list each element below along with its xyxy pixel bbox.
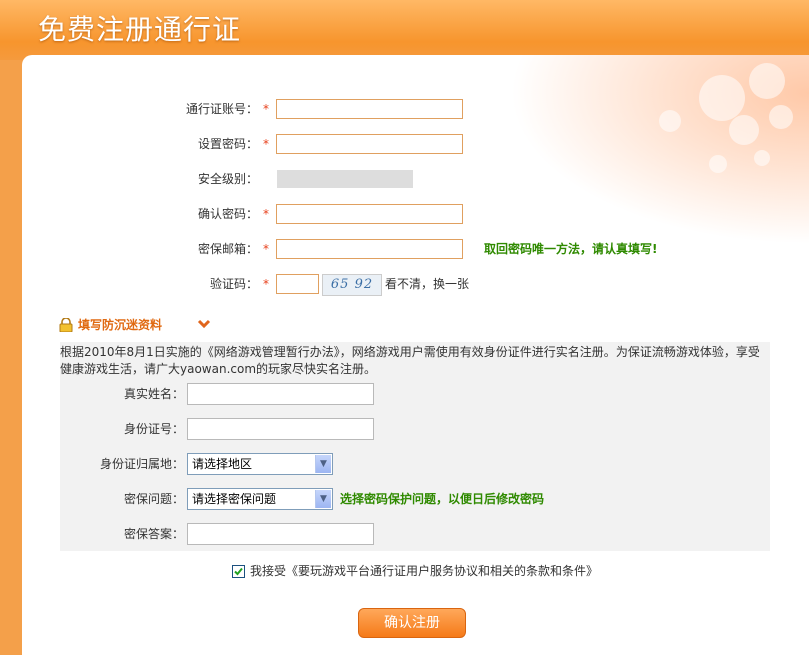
security-question-select[interactable]: 请选择密保问题 ▼ (187, 488, 333, 510)
required-mark: * (263, 137, 269, 151)
checkmark-icon (234, 567, 243, 576)
id-number-label: 身份证号： (123, 422, 184, 436)
captcha-label: 验证码： (209, 277, 258, 291)
security-answer-input[interactable] (187, 523, 374, 545)
account-input[interactable] (276, 99, 463, 119)
security-question-tip: 选择密码保护问题，以便日后修改密码 (340, 492, 545, 506)
decorative-bokeh (509, 55, 809, 245)
email-input[interactable] (276, 239, 463, 259)
chevron-down-icon[interactable] (197, 317, 211, 333)
lock-icon (59, 317, 73, 333)
dropdown-arrow-icon[interactable]: ▼ (315, 490, 331, 508)
dropdown-arrow-icon[interactable]: ▼ (315, 455, 331, 473)
account-label: 通行证账号： (185, 102, 258, 116)
submit-button[interactable]: 确认注册 (358, 608, 466, 638)
real-name-input[interactable] (187, 383, 374, 405)
email-tip: 取回密码唯一方法，请认真填写! (484, 242, 658, 256)
password-input[interactable] (276, 134, 463, 154)
captcha-input[interactable] (276, 274, 319, 294)
required-mark: * (263, 242, 269, 256)
security-level-bar (277, 170, 413, 188)
registration-panel: 通行证账号： * 设置密码： * 安全级别： 确认密码： * 密保邮箱： * 取… (22, 55, 809, 655)
security-level-label: 安全级别： (197, 172, 258, 186)
anti-addiction-description: 根据2010年8月1日实施的《网络游戏管理暂行办法》，网络游戏用户需使用有效身份… (60, 345, 760, 376)
confirm-password-label: 确认密码： (197, 207, 258, 221)
security-answer-label: 密保答案： (123, 527, 184, 541)
agreement-text[interactable]: 我接受《要玩游戏平台通行证用户服务协议和相关的条款和条件》 (250, 562, 598, 580)
agreement-checkbox[interactable] (232, 565, 245, 578)
id-region-selected: 请选择地区 (192, 457, 253, 471)
anti-addiction-heading: 填写防沉迷资料 (78, 318, 163, 332)
id-region-select[interactable]: 请选择地区 ▼ (187, 453, 333, 475)
required-mark: * (263, 102, 269, 116)
password-label: 设置密码： (197, 137, 258, 151)
security-question-label: 密保问题： (123, 492, 184, 506)
id-number-input[interactable] (187, 418, 374, 440)
confirm-password-input[interactable] (276, 204, 463, 224)
captcha-image[interactable]: 65 92 (322, 274, 382, 296)
required-mark: * (263, 207, 269, 221)
email-label: 密保邮箱： (197, 242, 258, 256)
required-mark: * (263, 277, 269, 291)
captcha-refresh-link[interactable]: 看不清，换一张 (385, 272, 469, 296)
id-region-label: 身份证归属地： (99, 457, 184, 471)
real-name-label: 真实姓名： (123, 387, 184, 401)
security-question-selected: 请选择密保问题 (192, 492, 277, 506)
page-title: 免费注册通行证 (38, 13, 242, 46)
